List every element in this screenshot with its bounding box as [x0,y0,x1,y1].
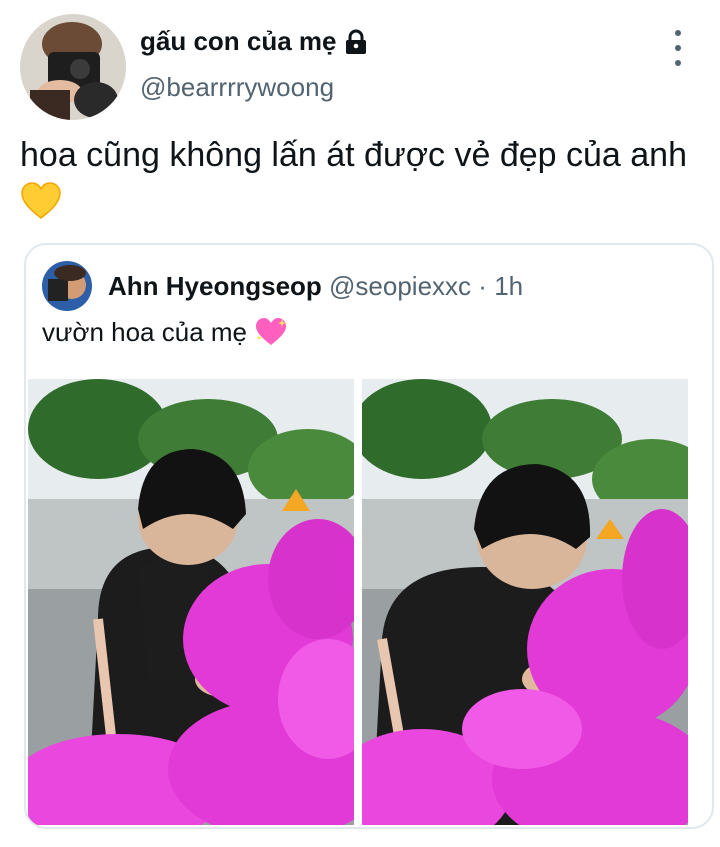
quoted-timestamp[interactable]: 1h [494,271,523,301]
quoted-text-content: vườn hoa của mẹ [42,317,248,347]
author-display-name[interactable]: gấu con của mẹ [140,26,369,57]
tweet-header: gấu con của mẹ @bearrrrywoong [0,0,720,130]
quoted-author-name[interactable]: Ahn Hyeongseop [108,271,322,301]
author-name-text: gấu con của mẹ [140,26,337,56]
author-avatar[interactable] [20,14,126,120]
quoted-author-meta: Ahn Hyeongseop @seopiexxc · 1h [108,271,523,302]
sparkling-heart-emoji [256,318,287,345]
lock-icon [345,29,366,54]
author-handle[interactable]: @bearrrrywoong [140,72,334,103]
yellow-heart-emoji [21,182,61,219]
quoted-author-avatar[interactable] [42,261,92,311]
tweet-text: hoa cũng không lấn át được vẻ đẹp của an… [20,132,700,224]
quoted-photo-1[interactable] [28,379,354,825]
quoted-tweet-card[interactable]: Ahn Hyeongseop @seopiexxc · 1h vườn hoa … [24,243,714,829]
tweet-text-content: hoa cũng không lấn át được vẻ đẹp của an… [20,136,687,174]
quoted-author-handle[interactable]: @seopiexxc [329,271,471,301]
separator-dot: · [478,271,487,301]
quoted-tweet-text: vườn hoa của mẹ [42,317,288,348]
more-vertical-icon[interactable] [664,30,692,66]
quoted-photo-2[interactable] [362,379,688,825]
